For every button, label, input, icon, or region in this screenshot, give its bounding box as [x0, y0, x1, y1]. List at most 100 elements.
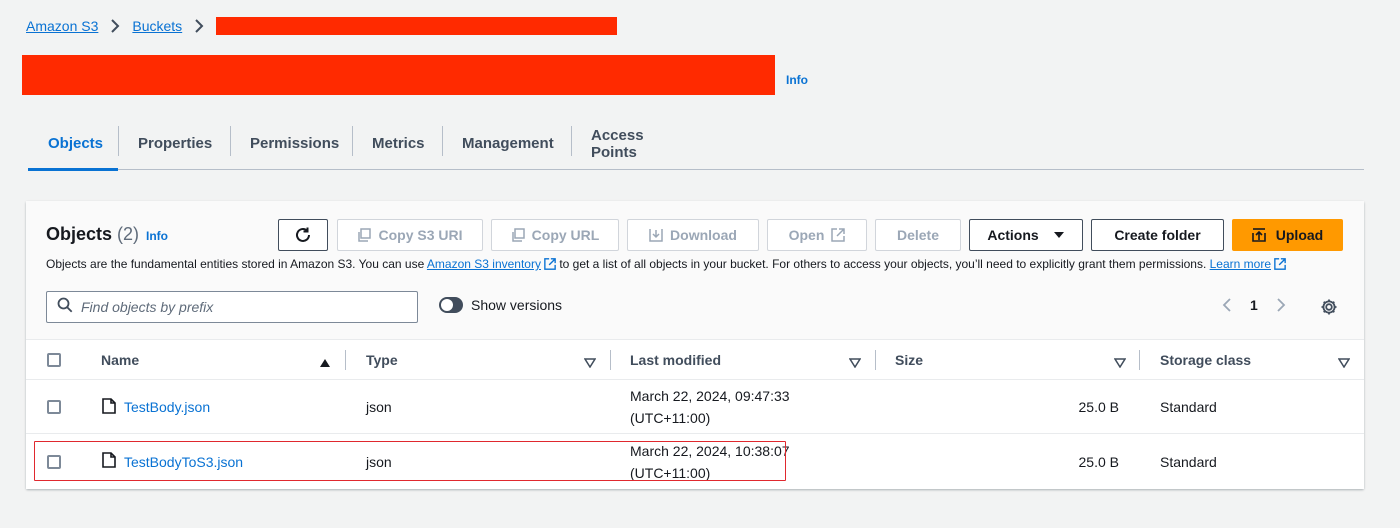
- table-row[interactable]: TestBodyToS3.json json March 22, 2024, 1…: [26, 434, 1364, 489]
- sort-caret-down-icon[interactable]: [583, 355, 597, 373]
- column-divider: [610, 350, 611, 370]
- objects-title: Objects (2): [46, 224, 139, 245]
- redacted-bucket-breadcrumb: [216, 17, 618, 35]
- type-cell: json: [366, 453, 392, 470]
- sort-caret-down-icon[interactable]: [848, 355, 862, 373]
- upload-button[interactable]: Upload: [1232, 219, 1343, 251]
- redacted-page-title: [22, 55, 775, 95]
- create-folder-button[interactable]: Create folder: [1091, 219, 1224, 251]
- objects-panel-header: Objects (2) Info Copy S3 URI Copy URL Do…: [26, 201, 1364, 340]
- objects-description: Objects are the fundamental entities sto…: [46, 257, 1286, 273]
- open-button[interactable]: Open: [767, 219, 867, 251]
- column-divider: [345, 350, 346, 370]
- show-versions-label: Show versions: [471, 297, 563, 313]
- table-header: Name Type Last modified Size Storage cla…: [26, 340, 1364, 380]
- external-link-icon: [544, 258, 556, 273]
- copy-url-button[interactable]: Copy URL: [491, 219, 619, 251]
- row-select-cell: [47, 434, 61, 489]
- actions-dropdown[interactable]: Actions: [969, 219, 1083, 251]
- search-input[interactable]: [81, 299, 401, 315]
- copy-url-label: Copy URL: [531, 227, 600, 243]
- search-icon: [57, 297, 73, 318]
- tab-access-points[interactable]: Access Points: [571, 118, 703, 169]
- column-header-name[interactable]: Name: [101, 340, 139, 380]
- copy-s3-uri-label: Copy S3 URI: [378, 227, 463, 243]
- last-modified-timezone: (UTC+11:00): [630, 464, 711, 481]
- objects-title-text: Objects: [46, 224, 113, 244]
- column-divider: [875, 350, 876, 370]
- search-box: [46, 291, 418, 323]
- column-header-last-modified[interactable]: Last modified: [630, 340, 721, 380]
- learn-more-link[interactable]: Learn more: [1210, 257, 1271, 271]
- chevron-right-icon: [194, 19, 204, 33]
- upload-label: Upload: [1275, 227, 1324, 243]
- show-versions-toggle[interactable]: [439, 297, 463, 313]
- table-row[interactable]: TestBody.json json March 22, 2024, 09:47…: [26, 380, 1364, 434]
- current-page-number[interactable]: 1: [1250, 297, 1258, 313]
- copy-s3-uri-button[interactable]: Copy S3 URI: [337, 219, 483, 251]
- size-cell: 25.0 B: [1078, 399, 1119, 415]
- breadcrumb-buckets[interactable]: Buckets: [132, 18, 182, 34]
- tab-permissions[interactable]: Permissions: [230, 118, 352, 169]
- name-cell: TestBodyToS3.json: [102, 434, 243, 489]
- column-divider: [1139, 350, 1140, 370]
- sort-ascending-icon[interactable]: [319, 355, 331, 373]
- page-info-link[interactable]: Info: [786, 73, 808, 87]
- pagination: 1: [1222, 297, 1286, 313]
- tab-properties[interactable]: Properties: [118, 118, 230, 169]
- external-link-icon: [1274, 258, 1286, 273]
- refresh-button[interactable]: [278, 219, 328, 251]
- select-all-cell: [47, 340, 61, 380]
- name-cell: TestBody.json: [102, 380, 210, 434]
- upload-icon: [1251, 228, 1266, 242]
- delete-label: Delete: [896, 227, 940, 243]
- caret-down-icon: [1053, 231, 1065, 239]
- next-page-button[interactable]: [1276, 297, 1286, 313]
- last-modified-date: March 22, 2024, 09:47:33: [630, 388, 790, 404]
- row-select-cell: [47, 380, 61, 434]
- last-modified-date: March 22, 2024, 10:38:07: [630, 442, 790, 459]
- object-name-link[interactable]: TestBody.json: [124, 399, 210, 415]
- description-text-2: to get a list of all objects in your buc…: [555, 257, 1210, 271]
- row-checkbox[interactable]: [47, 454, 61, 469]
- download-button[interactable]: Download: [627, 219, 759, 251]
- actions-label: Actions: [987, 227, 1039, 243]
- show-versions-control: Show versions: [439, 297, 562, 313]
- size-cell: 25.0 B: [1078, 453, 1119, 470]
- row-checkbox[interactable]: [47, 400, 61, 414]
- copy-icon: [511, 228, 525, 242]
- refresh-icon: [294, 226, 312, 244]
- sort-caret-down-icon[interactable]: [1337, 355, 1351, 373]
- external-link-icon: [831, 228, 846, 242]
- objects-panel: Objects (2) Info Copy S3 URI Copy URL Do…: [26, 201, 1364, 489]
- settings-gear-icon[interactable]: [1320, 298, 1338, 321]
- copy-icon: [357, 228, 372, 242]
- storage-class-cell: Standard: [1160, 399, 1217, 415]
- objects-count: (2): [117, 224, 140, 244]
- create-folder-label: Create folder: [1114, 227, 1201, 243]
- tab-management[interactable]: Management: [442, 118, 571, 169]
- previous-page-button[interactable]: [1222, 297, 1232, 313]
- file-icon: [102, 452, 116, 471]
- last-modified-cell: March 22, 2024, 10:38:07 (UTC+11:00): [630, 434, 790, 489]
- description-text-1: Objects are the fundamental entities sto…: [46, 257, 427, 271]
- breadcrumb-amazon-s3[interactable]: Amazon S3: [26, 18, 98, 34]
- tab-bar: Objects Properties Permissions Metrics M…: [28, 118, 1364, 171]
- file-icon: [102, 397, 116, 417]
- objects-info-link[interactable]: Info: [146, 229, 168, 243]
- select-all-checkbox[interactable]: [47, 353, 61, 367]
- object-name-link[interactable]: TestBodyToS3.json: [124, 454, 243, 470]
- download-icon: [649, 228, 663, 242]
- storage-class-cell: Standard: [1160, 453, 1217, 470]
- sort-caret-down-icon[interactable]: [1113, 355, 1127, 373]
- column-header-storage-class[interactable]: Storage class: [1160, 340, 1251, 380]
- column-header-size[interactable]: Size: [895, 340, 923, 380]
- column-header-type[interactable]: Type: [366, 340, 398, 380]
- last-modified-timezone: (UTC+11:00): [630, 410, 711, 426]
- delete-button[interactable]: Delete: [875, 219, 961, 251]
- open-label: Open: [788, 227, 825, 243]
- s3-inventory-link[interactable]: Amazon S3 inventory: [427, 257, 541, 271]
- tab-metrics[interactable]: Metrics: [352, 118, 442, 169]
- type-cell: json: [366, 399, 392, 415]
- tab-objects[interactable]: Objects: [28, 118, 118, 171]
